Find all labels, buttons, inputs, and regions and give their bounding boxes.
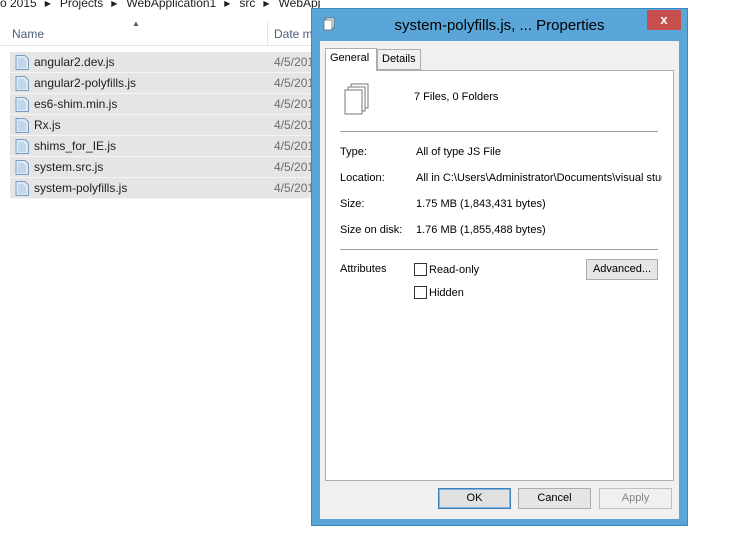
- readonly-checkbox[interactable]: [414, 263, 427, 276]
- tab-general[interactable]: General: [325, 48, 377, 71]
- file-name: angular2-polyfills.js: [34, 76, 137, 90]
- file-date: 4/5/201: [274, 118, 315, 132]
- size-label: Size:: [340, 198, 365, 210]
- breadcrumb: o 2015 ▶ Projects ▶ WebApplication1 ▶ src ▶ WebA…: [0, 0, 320, 10]
- dialog-body: General Details 7 Files, 0 Folders Type:…: [320, 41, 679, 519]
- chevron-right-icon[interactable]: ▶: [111, 0, 117, 8]
- file-row[interactable]: angular2.dev.js 4/5/201: [10, 52, 320, 73]
- js-file-icon: [15, 76, 29, 91]
- hidden-label[interactable]: Hidden: [429, 287, 464, 299]
- file-row[interactable]: es6-shim.min.js 4/5/201: [10, 94, 320, 115]
- divider: [340, 131, 658, 132]
- file-row[interactable]: system.src.js 4/5/201: [10, 157, 320, 178]
- js-file-icon: [15, 160, 29, 175]
- cancel-button[interactable]: Cancel: [518, 488, 591, 509]
- title-bar[interactable]: system-polyfills.js, ... Properties x: [312, 9, 687, 42]
- file-name: system-polyfills.js: [34, 181, 128, 195]
- file-row[interactable]: system-polyfills.js 4/5/201: [10, 178, 320, 199]
- location-label: Location:: [340, 172, 385, 184]
- readonly-label[interactable]: Read-only: [429, 264, 479, 276]
- attributes-label: Attributes: [340, 263, 387, 275]
- js-file-icon: [15, 55, 29, 70]
- js-file-icon: [15, 118, 29, 133]
- tab-details[interactable]: Details: [377, 49, 421, 70]
- location-value: All in C:\Users\Administrator\Documents\…: [416, 172, 662, 184]
- file-date: 4/5/201: [274, 181, 315, 195]
- file-date: 4/5/201: [274, 139, 315, 153]
- dialog-title: system-polyfills.js, ... Properties: [394, 17, 605, 34]
- file-date: 4/5/201: [274, 55, 315, 69]
- file-date: 4/5/201: [274, 160, 315, 174]
- column-divider[interactable]: [267, 22, 268, 46]
- file-count-summary: 7 Files, 0 Folders: [414, 91, 499, 103]
- file-date: 4/5/201: [274, 76, 315, 90]
- size-on-disk-value: 1.76 MB (1,855,488 bytes): [416, 224, 546, 236]
- file-row[interactable]: Rx.js 4/5/201: [10, 115, 320, 136]
- size-on-disk-label: Size on disk:: [340, 224, 403, 236]
- divider: [340, 249, 658, 250]
- type-value: All of type JS File: [416, 146, 501, 158]
- file-name: es6-shim.min.js: [34, 97, 118, 111]
- file-name: system.src.js: [34, 160, 104, 174]
- ok-button[interactable]: OK: [438, 488, 511, 509]
- general-panel: 7 Files, 0 Folders Type: All of type JS …: [325, 70, 674, 481]
- chevron-right-icon[interactable]: ▶: [224, 0, 230, 8]
- file-row[interactable]: angular2-polyfills.js 4/5/201: [10, 73, 320, 94]
- advanced-button[interactable]: Advanced...: [586, 259, 658, 280]
- multiple-files-icon: [344, 83, 369, 115]
- hidden-checkbox[interactable]: [414, 286, 427, 299]
- close-button[interactable]: x: [647, 10, 681, 30]
- breadcrumb-item[interactable]: o 2015: [0, 0, 37, 10]
- js-file-icon: [15, 97, 29, 112]
- file-name: angular2.dev.js: [34, 55, 115, 69]
- breadcrumb-item[interactable]: src: [239, 0, 255, 10]
- file-name: Rx.js: [34, 118, 61, 132]
- file-name: shims_for_IE.js: [34, 139, 117, 153]
- js-file-icon: [15, 139, 29, 154]
- file-list: angular2.dev.js 4/5/201 angular2-polyfil…: [10, 52, 320, 199]
- apply-button[interactable]: Apply: [599, 488, 672, 509]
- breadcrumb-item[interactable]: Projects: [60, 0, 103, 10]
- properties-dialog: system-polyfills.js, ... Properties x Ge…: [311, 8, 688, 526]
- column-header: ▲ Name Date m: [0, 19, 320, 46]
- file-row[interactable]: shims_for_IE.js 4/5/201: [10, 136, 320, 157]
- chevron-right-icon[interactable]: ▶: [263, 0, 269, 8]
- js-file-icon: [15, 181, 29, 196]
- chevron-right-icon[interactable]: ▶: [45, 0, 51, 8]
- column-name-header[interactable]: Name: [12, 27, 44, 41]
- size-value: 1.75 MB (1,843,431 bytes): [416, 198, 546, 210]
- sort-up-icon: ▲: [132, 19, 140, 28]
- type-label: Type:: [340, 146, 367, 158]
- breadcrumb-item[interactable]: WebApplication1: [126, 0, 216, 10]
- file-date: 4/5/201: [274, 97, 315, 111]
- column-date-header[interactable]: Date m: [274, 27, 313, 41]
